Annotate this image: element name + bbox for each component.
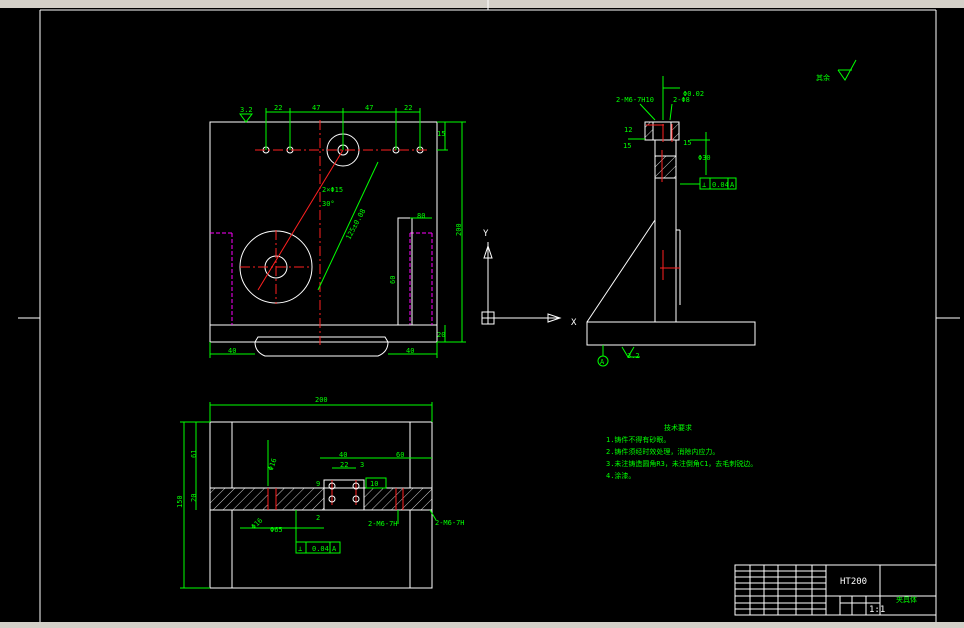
dim-top-width: 200 xyxy=(315,396,328,404)
tol-datum: A xyxy=(730,181,735,189)
tol-top-datum: A xyxy=(332,545,337,553)
thread-b: 2-M6-7H xyxy=(435,519,465,527)
axis-y-label: Y xyxy=(483,229,489,239)
dim-15b: 15 xyxy=(683,139,691,147)
dim-right-height: 200 xyxy=(455,223,463,236)
dim-40: 40 xyxy=(339,451,347,459)
dim-mid-vertical: 60 xyxy=(389,276,397,284)
drawing-frame xyxy=(18,0,960,628)
dim-diagonal: 125±0.08 xyxy=(344,208,367,242)
dim-bottom-height: 20 xyxy=(437,331,445,339)
drawing-canvas: 22 47 47 22 3.2 15 200 20 80 60 40 40 30… xyxy=(18,0,960,628)
surface-label: 其余 xyxy=(816,73,830,82)
dim-top-1: 22 xyxy=(274,104,282,112)
tol-symbol: ⊥ xyxy=(702,181,706,189)
dim-20: 20 xyxy=(190,494,198,502)
dim-9: 9 xyxy=(316,480,320,488)
roughness-front: 3.2 xyxy=(240,106,253,114)
part-name: 夹具体 xyxy=(896,595,917,604)
note-3: 3.未注铸造圆角R3，未注倒角C1，去毛刺锐边。 xyxy=(606,459,757,468)
tol-top-symbol: ⊥ xyxy=(298,545,302,553)
note-1: 1.铸件不得有砂眼。 xyxy=(606,435,670,444)
surface-finish-mark: 其余 xyxy=(816,59,857,82)
label-thread: 2-M6-7H10 xyxy=(616,96,654,104)
dim-hole: 2×Φ15 xyxy=(322,186,343,194)
roughness-side: 3.2 xyxy=(627,352,640,360)
note-4: 4.涂漆。 xyxy=(606,471,635,480)
dim-right-top: 15 xyxy=(437,130,445,138)
dim-2: 2 xyxy=(316,514,320,522)
top-view xyxy=(209,421,433,589)
scale-label: 1:1 xyxy=(869,605,885,615)
dim-mid-right: 80 xyxy=(417,212,425,220)
dim-bottom-right: 40 xyxy=(406,347,414,355)
dim-12: 12 xyxy=(624,126,632,134)
title-block: HT200 夹具体 1:1 xyxy=(734,564,937,616)
dim-top-2: 47 xyxy=(312,104,320,112)
dim-angle: 30° xyxy=(322,200,335,208)
technical-notes: 技术要求 1.铸件不得有砂眼。 2.铸件须经时效处理，消除内应力。 3.未注铸造… xyxy=(606,423,757,480)
dim-15: 15 xyxy=(623,142,631,150)
ucs-icon: Y X xyxy=(481,229,577,328)
dim-30: Φ30 xyxy=(698,154,711,162)
front-view-dimensions: 22 47 47 22 3.2 15 200 20 80 60 40 40 30… xyxy=(209,104,466,358)
thread-a: 2-M6-7H xyxy=(368,520,398,528)
dim-65: Φ65 xyxy=(270,526,283,534)
datum-a: A xyxy=(600,358,605,366)
front-view xyxy=(209,120,438,357)
side-view xyxy=(586,121,756,346)
dim-3: 3 xyxy=(360,461,364,469)
dim-top-4: 22 xyxy=(404,104,412,112)
dim-top-3: 47 xyxy=(365,104,373,112)
dim-60: 60 xyxy=(396,451,404,459)
status-bar xyxy=(0,622,964,628)
dim-16b: Φ16 xyxy=(250,516,265,531)
dim-22: 22 xyxy=(340,461,348,469)
axis-x-label: X xyxy=(571,318,577,328)
notes-title: 技术要求 xyxy=(664,423,692,432)
label-tolerance: Φ0.02 xyxy=(683,90,704,98)
dim-10: 10 xyxy=(370,480,378,488)
dim-61: 61 xyxy=(190,450,198,458)
dim-bottom-left: 40 xyxy=(228,347,236,355)
tol-value: 0.04 xyxy=(712,181,729,189)
tol-top-value: 0.04 xyxy=(312,545,329,553)
dim-16: Φ16 xyxy=(267,457,279,472)
material-label: HT200 xyxy=(840,577,867,587)
dim-top-height: 150 xyxy=(176,495,184,508)
note-2: 2.铸件须经时效处理，消除内应力。 xyxy=(606,447,719,456)
